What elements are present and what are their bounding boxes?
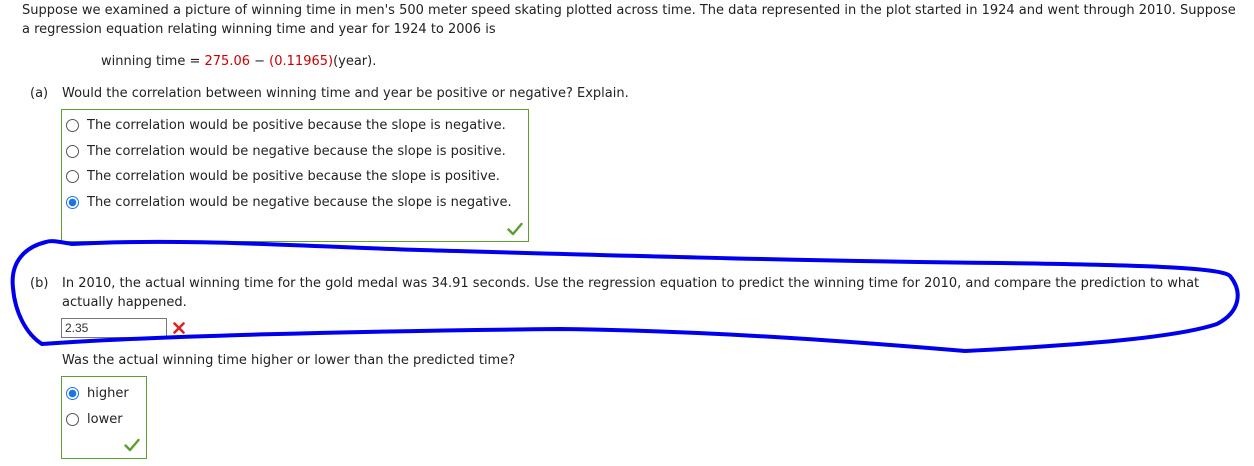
radio-button[interactable] [66, 412, 79, 426]
prediction-answer-input[interactable] [61, 318, 167, 338]
part-a-question: Would the correlation between winning ti… [62, 86, 629, 101]
problem-intro: Suppose we examined a picture of winning… [22, 1, 1252, 39]
part-b-question-line-2: actually happened. [62, 295, 187, 310]
intro-line-1: Suppose we examined a picture of winning… [22, 3, 1236, 18]
checkmark-icon [507, 222, 523, 236]
radio-button-selected[interactable] [66, 386, 79, 400]
equation-intercept: 275.06 [204, 54, 251, 69]
option-higher[interactable]: higher [66, 383, 129, 403]
equation-suffix: (year). [333, 54, 377, 69]
incorrect-x-icon [173, 322, 185, 334]
regression-equation: winning time = 275.06 − (0.11965)(year). [101, 52, 376, 71]
part-a-label: (a) [30, 86, 49, 101]
part-a-option-1[interactable]: The correlation would be positive becaus… [66, 115, 506, 135]
part-b-question-line-1: In 2010, the actual winning time for the… [62, 276, 1200, 291]
part-b-followup-question: Was the actual winning time higher or lo… [62, 353, 516, 368]
intro-line-2: a regression equation relating winning t… [22, 22, 496, 37]
equation-slope: (0.11965) [269, 54, 334, 69]
radio-button[interactable] [66, 118, 79, 132]
option-label: The correlation would be positive becaus… [87, 117, 506, 133]
equation-minus: − [250, 54, 270, 69]
part-b-question: In 2010, the actual winning time for the… [62, 274, 1232, 312]
part-a-answer-box: The correlation would be positive becaus… [61, 109, 529, 242]
option-label: lower [87, 411, 123, 427]
part-a-option-4[interactable]: The correlation would be negative becaus… [66, 192, 512, 212]
equation-prefix: winning time = [101, 54, 205, 69]
option-lower[interactable]: lower [66, 409, 123, 429]
radio-button[interactable] [66, 144, 79, 158]
option-label: higher [87, 385, 129, 401]
option-label: The correlation would be positive becaus… [87, 168, 500, 184]
radio-button[interactable] [66, 169, 79, 183]
part-a-option-3[interactable]: The correlation would be positive becaus… [66, 166, 500, 186]
checkmark-icon [124, 438, 140, 452]
radio-button-selected[interactable] [66, 195, 79, 209]
part-a-option-2[interactable]: The correlation would be negative becaus… [66, 141, 506, 161]
part-b-answer-box: higher lower [61, 376, 147, 459]
part-b-label: (b) [30, 276, 49, 291]
option-label: The correlation would be negative becaus… [87, 194, 512, 210]
option-label: The correlation would be negative becaus… [87, 143, 506, 159]
